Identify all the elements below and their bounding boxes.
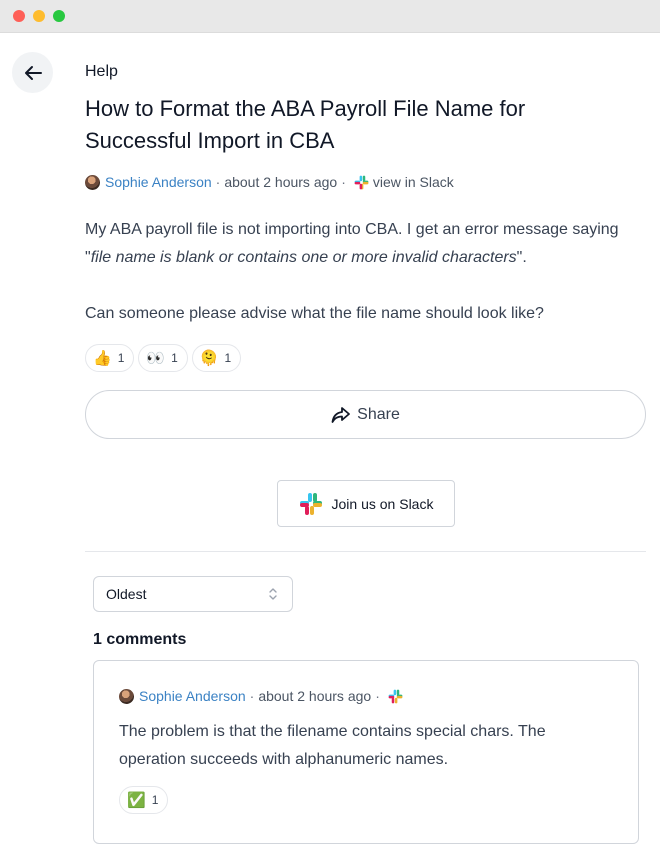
error-quote: file name is blank or contains one or mo… [90,249,517,266]
share-icon [331,406,351,423]
page-title: How to Format the ABA Payroll File Name … [85,96,526,153]
arrow-left-icon [24,65,42,80]
post-text: ". [516,249,527,266]
reaction-count: 1 [224,351,232,365]
post-meta: Sophie Anderson · about 2 hours ago · vi… [85,173,454,191]
reaction-count: 1 [117,351,125,365]
window-titlebar [0,0,660,33]
sort-select[interactable]: Oldest [93,576,293,612]
chevron-up-down-icon [269,588,277,600]
reaction-melting-face[interactable]: 🫠 1 [191,344,242,372]
comment-meta: Sophie Anderson · about 2 hours ago · [119,687,407,705]
separator: · [249,688,255,704]
reaction-eyes[interactable]: 👀 1 [138,344,188,372]
thumbs-up-icon: 👍 [93,349,112,367]
reaction-thumbs-up[interactable]: 👍 1 [85,344,135,372]
join-slack-label: Join us on Slack [331,495,434,512]
separator: · [215,174,221,190]
reaction-check-mark[interactable]: ✅ 1 [119,786,169,814]
close-window-button[interactable] [13,10,25,22]
post-paragraph: Can someone please advise what the file … [85,305,544,322]
post-body: My ABA payroll file is not importing int… [85,216,645,328]
divider [85,551,646,552]
slack-icon[interactable] [388,689,403,704]
check-mark-icon: ✅ [127,791,146,809]
maximize-window-button[interactable] [53,10,65,22]
separator: · [375,688,380,704]
avatar [85,174,100,190]
sort-selected-value: Oldest [106,586,147,602]
reaction-count: 1 [171,351,178,365]
comment-text: The problem is that the filename contain… [119,723,546,768]
eyes-icon: 👀 [146,349,166,367]
share-label: Share [357,405,400,423]
comment-reactions: ✅ 1 [119,786,169,814]
avatar [119,688,134,704]
comment-count: 1 comments [93,631,187,648]
slack-icon [354,175,369,189]
join-slack-button[interactable]: Join us on Slack [277,480,455,527]
back-button[interactable] [12,52,53,93]
separator: · [341,174,346,190]
melting-face-icon: 🫠 [199,349,219,367]
reaction-count: 1 [151,793,159,807]
post-paragraph: My ABA payroll file is not importing int… [85,216,645,272]
minimize-window-button[interactable] [33,10,45,22]
comment-card: Sophie Anderson · about 2 hours ago · Th… [93,660,639,844]
view-in-slack-link[interactable]: view in Slack [373,174,454,190]
author-link[interactable]: Sophie Anderson [139,688,246,704]
share-button[interactable]: Share [85,390,646,439]
app-window: Help How to Format the ABA Payroll File … [0,0,660,868]
slack-icon [299,492,322,515]
post-reactions: 👍 1 👀 1 🫠 1 [85,344,242,372]
breadcrumb[interactable]: Help [85,63,118,81]
comment-time: about 2 hours ago [258,688,372,704]
author-link[interactable]: Sophie Anderson [105,174,212,190]
post-time: about 2 hours ago [224,174,338,190]
